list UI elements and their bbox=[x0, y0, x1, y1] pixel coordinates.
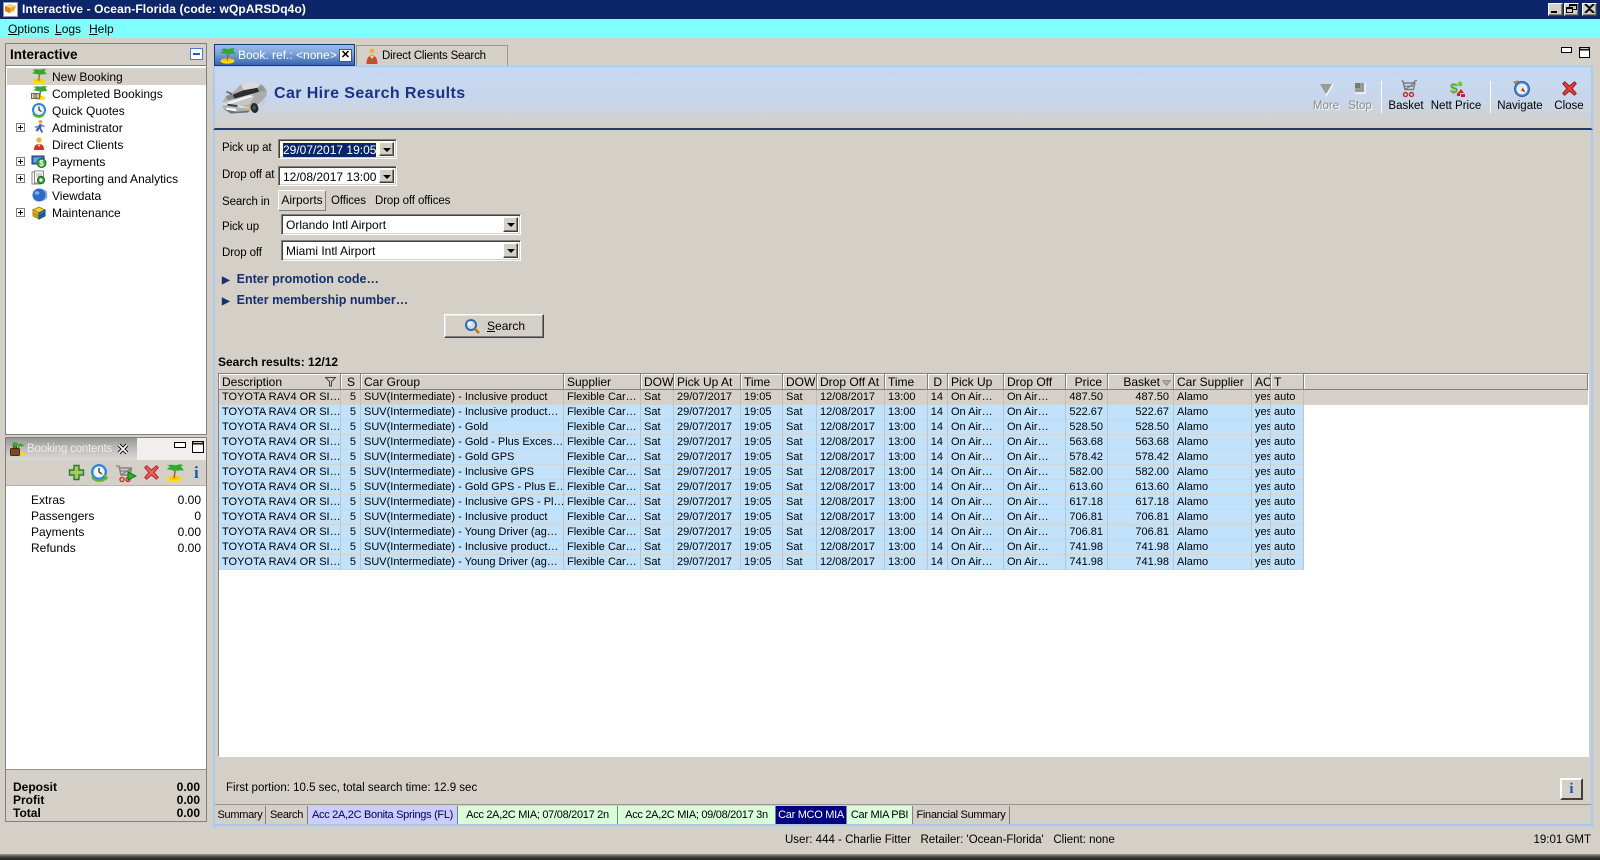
svg-text:$: $ bbox=[1450, 80, 1458, 96]
svg-text:$: $ bbox=[39, 159, 44, 168]
